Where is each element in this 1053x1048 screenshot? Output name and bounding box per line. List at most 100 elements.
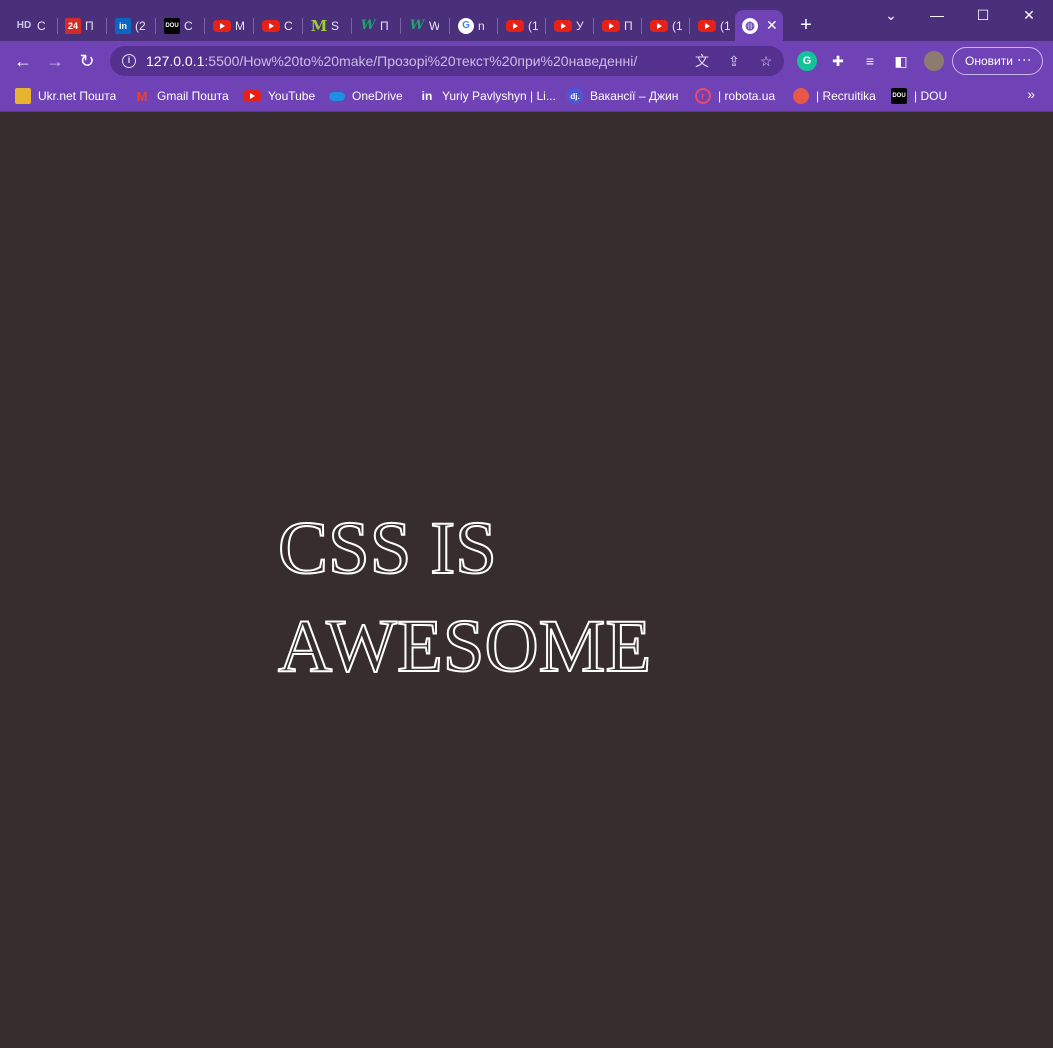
tab-label: M <box>235 18 245 33</box>
bookmark-label: Gmail Пошта <box>157 89 229 103</box>
tab-separator <box>545 18 546 34</box>
outlined-headline: CSS is awesome <box>277 506 652 689</box>
grammarly-icon[interactable]: G <box>797 51 817 71</box>
tab-10[interactable]: Gn <box>451 10 499 41</box>
dou-icon: DOU <box>164 17 180 34</box>
w-icon: W <box>409 18 425 33</box>
bookmark-robota[interactable]: r | robota.ua <box>695 85 775 107</box>
bookmark-star-icon[interactable]: ☆ <box>757 52 775 70</box>
hd-icon: HD <box>16 20 32 31</box>
share-icon[interactable]: ⇪ <box>725 52 743 70</box>
linkedin-icon: in <box>421 89 433 103</box>
extensions-icon[interactable]: ✚ <box>828 51 848 71</box>
back-button[interactable]: ← <box>11 49 35 73</box>
w-icon: W <box>360 18 376 33</box>
site-info-icon[interactable]: i <box>122 54 136 68</box>
tab-separator <box>593 18 594 34</box>
youtube-icon <box>554 19 572 32</box>
tab-separator <box>155 18 156 34</box>
bookmark-dou[interactable]: DOU | DOU <box>891 85 947 107</box>
maximize-button[interactable]: ☐ <box>968 4 998 26</box>
tab-separator <box>449 18 450 34</box>
tab-separator <box>689 18 690 34</box>
tab-strip: HD C 24 П in (2 DOU C M C MS WП WW Gn (1 У П… <box>0 0 1053 41</box>
tab-label: W <box>429 18 439 33</box>
tab-label: S <box>331 18 340 33</box>
bookmark-recruitika[interactable]: | Recruitika <box>793 85 876 107</box>
youtube-icon <box>602 19 620 32</box>
reload-button[interactable]: ↻ <box>75 49 99 73</box>
tab-2[interactable]: 24 П <box>58 10 106 41</box>
tab-separator <box>106 18 107 34</box>
page-content: CSS is awesome <box>0 112 1053 1048</box>
youtube-icon <box>698 19 716 32</box>
tab-9[interactable]: WW <box>402 10 450 41</box>
robota-icon: r <box>695 88 711 104</box>
tab-label: C <box>184 18 193 33</box>
bookmark-onedrive[interactable]: OneDrive <box>329 85 403 107</box>
bookmark-label: Вакансії – Джин <box>590 89 679 103</box>
tab-label: П <box>624 18 633 33</box>
close-tab-icon[interactable]: ✕ <box>766 17 778 34</box>
tab-13[interactable]: П <box>595 10 643 41</box>
tab-3[interactable]: in (2 <box>108 10 156 41</box>
forward-button[interactable]: → <box>43 49 67 73</box>
tab-15[interactable]: (1 <box>691 10 733 41</box>
browser-chrome: HD C 24 П in (2 DOU C M C MS WП WW Gn (1 У П… <box>0 0 1053 112</box>
tab-search-icon[interactable]: ⌄ <box>876 4 906 26</box>
tab-label: У <box>576 18 584 33</box>
tab-label: n <box>478 18 485 33</box>
youtube-icon <box>262 19 280 32</box>
bookmark-linkedin[interactable]: in Yuriy Pavlyshyn | Li... <box>419 85 556 107</box>
bookmark-gmail[interactable]: M Gmail Пошта <box>134 85 229 107</box>
tab-7[interactable]: MS <box>304 10 352 41</box>
tab-6[interactable]: C <box>255 10 303 41</box>
tab-label: П <box>380 18 389 33</box>
profile-avatar[interactable] <box>924 51 944 71</box>
tab-separator <box>253 18 254 34</box>
tab-label: C <box>284 18 293 33</box>
bookmark-ukrnet[interactable]: Ukr.net Пошта <box>15 85 116 107</box>
tab-12[interactable]: У <box>547 10 595 41</box>
bookmark-youtube[interactable]: YouTube <box>243 85 315 107</box>
tab-label: (2 <box>135 18 145 33</box>
side-panel-icon[interactable]: ◧ <box>891 51 911 71</box>
tab-8[interactable]: WП <box>353 10 401 41</box>
minimize-button[interactable]: — <box>922 4 952 26</box>
bookmark-djinni[interactable]: dj. Вакансії – Джин <box>567 85 678 107</box>
dou-icon: DOU <box>891 88 907 104</box>
globe-icon: ◍ <box>742 17 758 34</box>
recruitika-icon <box>793 88 809 104</box>
tab-14[interactable]: (1 <box>643 10 691 41</box>
tab-4[interactable]: DOU C <box>157 10 205 41</box>
menu-icon[interactable]: ⋮ <box>1017 53 1033 66</box>
youtube-icon <box>213 19 231 32</box>
url-text[interactable]: 127.0.0.1:5500/How%20to%20make/Прозорі%2… <box>146 53 637 69</box>
tab-label: (1 <box>720 18 730 33</box>
close-window-button[interactable]: ✕ <box>1014 4 1044 26</box>
bookmark-label: Yuriy Pavlyshyn | Li... <box>442 89 556 103</box>
tab-active[interactable]: ◍ ✕ <box>735 10 783 41</box>
tab-separator <box>351 18 352 34</box>
bookmark-label: OneDrive <box>352 89 403 103</box>
gmail-icon: M <box>136 88 148 104</box>
address-bar[interactable]: i 127.0.0.1:5500/How%20to%20make/Прозорі… <box>110 46 784 76</box>
translate-icon[interactable]: 文 <box>693 52 711 70</box>
bookmark-label: YouTube <box>268 89 316 103</box>
tab-label: C <box>37 18 46 33</box>
24-icon: 24 <box>65 17 81 34</box>
media-control-icon[interactable]: ≡ <box>860 51 880 71</box>
tab-1[interactable]: HD C <box>8 10 56 41</box>
new-tab-button[interactable]: + <box>796 14 816 37</box>
tab-separator <box>302 18 303 34</box>
tab-label: П <box>85 18 94 33</box>
update-button-label: Оновити <box>965 54 1013 68</box>
tab-5[interactable]: M <box>206 10 254 41</box>
update-button[interactable]: Оновити ⋮ <box>952 47 1043 75</box>
tab-11[interactable]: (1 <box>499 10 547 41</box>
more-bookmarks-button[interactable]: » <box>1027 86 1035 102</box>
youtube-icon <box>650 19 668 32</box>
google-icon: G <box>458 17 474 34</box>
bookmark-label: Ukr.net Пошта <box>38 89 117 103</box>
tab-separator <box>497 18 498 34</box>
